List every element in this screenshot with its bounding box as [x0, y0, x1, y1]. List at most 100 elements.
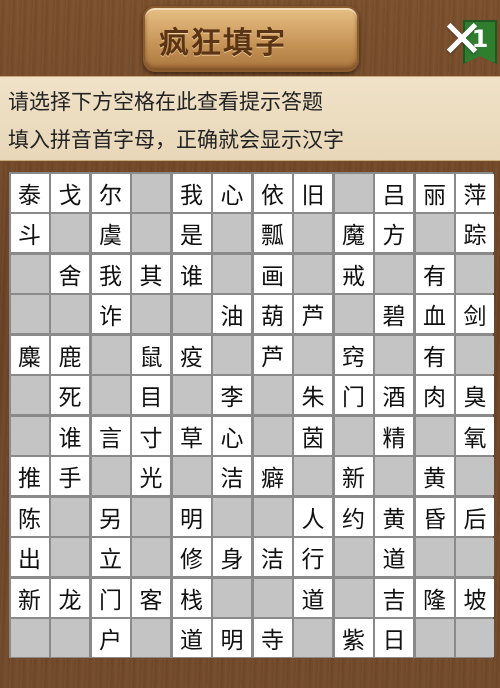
answer-cell[interactable]: 草: [172, 416, 211, 455]
answer-cell[interactable]: 茵: [294, 416, 332, 455]
answer-cell[interactable]: 血: [415, 295, 454, 333]
answer-cell[interactable]: 身: [213, 538, 251, 576]
blank-cell[interactable]: [253, 416, 292, 455]
answer-cell[interactable]: 客: [132, 578, 170, 617]
answer-cell[interactable]: 画: [253, 254, 292, 293]
blank-cell[interactable]: [51, 295, 89, 333]
blank-cell[interactable]: [375, 335, 413, 374]
answer-cell[interactable]: 紫: [334, 619, 373, 657]
answer-cell[interactable]: 新: [334, 457, 373, 495]
answer-cell[interactable]: 龙: [51, 578, 89, 617]
answer-cell[interactable]: 门: [91, 578, 130, 617]
answer-cell[interactable]: 栈: [172, 578, 211, 617]
blank-cell[interactable]: [334, 416, 373, 455]
answer-cell[interactable]: 谁: [172, 254, 211, 293]
blank-cell[interactable]: [253, 497, 292, 536]
blank-cell[interactable]: [415, 538, 454, 576]
answer-cell[interactable]: 精: [375, 416, 413, 455]
blank-cell[interactable]: [91, 376, 130, 414]
answer-cell[interactable]: 魔: [334, 214, 373, 252]
blank-cell[interactable]: [375, 457, 413, 495]
answer-cell[interactable]: 剑: [456, 295, 494, 333]
answer-cell[interactable]: 修: [172, 538, 211, 576]
answer-cell[interactable]: 旧: [294, 173, 332, 212]
blank-cell[interactable]: [334, 538, 373, 576]
blank-cell[interactable]: [415, 416, 454, 455]
answer-cell[interactable]: 黄: [415, 457, 454, 495]
answer-cell[interactable]: 我: [172, 173, 211, 212]
answer-cell[interactable]: 氧: [456, 416, 494, 455]
answer-cell[interactable]: 诈: [91, 295, 130, 333]
blank-cell[interactable]: [294, 335, 332, 374]
answer-cell[interactable]: 癖: [253, 457, 292, 495]
blank-cell[interactable]: [132, 173, 170, 212]
close-button[interactable]: ✕: [436, 14, 488, 66]
blank-cell[interactable]: [132, 295, 170, 333]
blank-cell[interactable]: [456, 457, 494, 495]
blank-cell[interactable]: [456, 619, 494, 657]
answer-cell[interactable]: 戈: [51, 173, 89, 212]
blank-cell[interactable]: [456, 335, 494, 374]
blank-cell[interactable]: [294, 254, 332, 293]
answer-cell[interactable]: 寸: [132, 416, 170, 455]
answer-cell[interactable]: 洁: [253, 538, 292, 576]
answer-cell[interactable]: 目: [132, 376, 170, 414]
answer-cell[interactable]: 芦: [253, 335, 292, 374]
answer-cell[interactable]: 约: [334, 497, 373, 536]
answer-cell[interactable]: 户: [91, 619, 130, 657]
answer-cell[interactable]: 麋: [10, 335, 49, 374]
blank-cell[interactable]: [213, 578, 251, 617]
answer-cell[interactable]: 酒: [375, 376, 413, 414]
answer-cell[interactable]: 人: [294, 497, 332, 536]
blank-cell[interactable]: [415, 214, 454, 252]
answer-cell[interactable]: 肉: [415, 376, 454, 414]
blank-cell[interactable]: [415, 619, 454, 657]
answer-cell[interactable]: 寺: [253, 619, 292, 657]
answer-cell[interactable]: 陈: [10, 497, 49, 536]
answer-cell[interactable]: 戒: [334, 254, 373, 293]
blank-cell[interactable]: [91, 457, 130, 495]
answer-cell[interactable]: 疫: [172, 335, 211, 374]
blank-cell[interactable]: [334, 578, 373, 617]
answer-cell[interactable]: 葫: [253, 295, 292, 333]
blank-cell[interactable]: [51, 538, 89, 576]
answer-cell[interactable]: 吕: [375, 173, 413, 212]
answer-cell[interactable]: 是: [172, 214, 211, 252]
blank-cell[interactable]: [91, 335, 130, 374]
blank-cell[interactable]: [10, 416, 49, 455]
answer-cell[interactable]: 立: [91, 538, 130, 576]
answer-cell[interactable]: 心: [213, 173, 251, 212]
blank-cell[interactable]: [334, 295, 373, 333]
blank-cell[interactable]: [294, 619, 332, 657]
answer-cell[interactable]: 丽: [415, 173, 454, 212]
blank-cell[interactable]: [213, 497, 251, 536]
blank-cell[interactable]: [456, 254, 494, 293]
answer-cell[interactable]: 臭: [456, 376, 494, 414]
answer-cell[interactable]: 虞: [91, 214, 130, 252]
answer-cell[interactable]: 芦: [294, 295, 332, 333]
blank-cell[interactable]: [132, 538, 170, 576]
answer-cell[interactable]: 舍: [51, 254, 89, 293]
answer-cell[interactable]: 行: [294, 538, 332, 576]
answer-cell[interactable]: 油: [213, 295, 251, 333]
answer-cell[interactable]: 依: [253, 173, 292, 212]
answer-cell[interactable]: 隆: [415, 578, 454, 617]
answer-cell[interactable]: 昏: [415, 497, 454, 536]
blank-cell[interactable]: [51, 497, 89, 536]
blank-cell[interactable]: [375, 254, 413, 293]
answer-cell[interactable]: 尔: [91, 173, 130, 212]
blank-cell[interactable]: [132, 619, 170, 657]
blank-cell[interactable]: [10, 376, 49, 414]
answer-cell[interactable]: 鹿: [51, 335, 89, 374]
answer-cell[interactable]: 后: [456, 497, 494, 536]
answer-cell[interactable]: 瓢: [253, 214, 292, 252]
answer-cell[interactable]: 道: [172, 619, 211, 657]
answer-cell[interactable]: 道: [294, 578, 332, 617]
answer-cell[interactable]: 其: [132, 254, 170, 293]
answer-cell[interactable]: 明: [172, 497, 211, 536]
blank-cell[interactable]: [213, 254, 251, 293]
answer-cell[interactable]: 踪: [456, 214, 494, 252]
answer-cell[interactable]: 窍: [334, 335, 373, 374]
answer-cell[interactable]: 萍: [456, 173, 494, 212]
answer-cell[interactable]: 方: [375, 214, 413, 252]
